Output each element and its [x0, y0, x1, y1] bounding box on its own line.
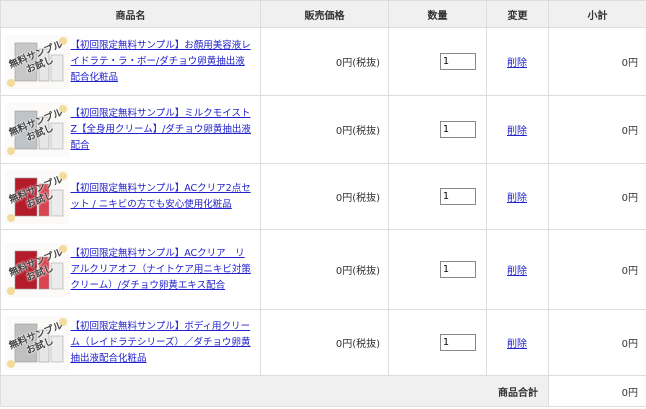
product-name-link[interactable]: 【初回限定無料サンプル】ACクリア リアルクリアオフ（ナイトケア用ニキビ対策クリ…	[71, 246, 255, 294]
cart-item-row: 無料サンプル お試し 【初回限定無料サンプル】ボディ用クリーム（レイドラテシリー…	[0, 309, 646, 376]
product-subtotal: 0円	[548, 309, 646, 376]
total-value: 0円	[548, 375, 646, 407]
cart-total-row: 商品合計 0円	[0, 375, 646, 407]
cart-item-row: 無料サンプル お試し 【初回限定無料サンプル】お顔用美容液レイドラテ・ラ・ボー/…	[0, 27, 646, 96]
quantity-input[interactable]	[440, 53, 476, 70]
quantity-input[interactable]	[440, 261, 476, 278]
cart-item-row: 無料サンプル お試し 【初回限定無料サンプル】ミルクモイストZ【全身用クリーム】…	[0, 95, 646, 164]
change-cell: 削除	[486, 309, 549, 376]
product-price: 0円(税抜)	[260, 95, 389, 164]
product-name-link[interactable]: 【初回限定無料サンプル】ACクリア2点セット / ニキビの方でも安心使用化粧品	[71, 181, 255, 213]
product-price: 0円(税抜)	[260, 163, 389, 230]
delete-link[interactable]: 削除	[507, 339, 527, 350]
product-thumbnail[interactable]: 無料サンプル お試し	[5, 169, 69, 224]
product-thumbnail[interactable]: 無料サンプル お試し	[5, 34, 69, 89]
product-name-cell: 【初回限定無料サンプル】ACクリア2点セット / ニキビの方でも安心使用化粧品	[70, 163, 261, 230]
quantity-cell	[388, 95, 487, 164]
product-name-cell: 【初回限定無料サンプル】お顔用美容液レイドラテ・ラ・ボー/ダチョウ卵黄抽出液配合…	[70, 27, 261, 96]
change-cell: 削除	[486, 27, 549, 96]
quantity-input[interactable]	[440, 334, 476, 351]
change-cell: 削除	[486, 229, 549, 310]
product-name-cell: 【初回限定無料サンプル】ミルクモイストZ【全身用クリーム】/ダチョウ卵黄抽出液配…	[70, 95, 261, 164]
product-thumbnail[interactable]: 無料サンプル お試し	[5, 102, 69, 157]
delete-link[interactable]: 削除	[507, 193, 527, 204]
product-subtotal: 0円	[548, 163, 646, 230]
product-name-link[interactable]: 【初回限定無料サンプル】お顔用美容液レイドラテ・ラ・ボー/ダチョウ卵黄抽出液配合…	[71, 38, 255, 86]
product-name-cell: 【初回限定無料サンプル】ボディ用クリーム（レイドラテシリーズ）／ダチョウ卵黄抽出…	[70, 309, 261, 376]
cart-table: 商品名 販売価格 数量 変更 小計 無料サンプル お試し 【初回限定無料サンプル…	[0, 0, 646, 407]
product-name-link[interactable]: 【初回限定無料サンプル】ミルクモイストZ【全身用クリーム】/ダチョウ卵黄抽出液配…	[71, 106, 255, 154]
product-price: 0円(税抜)	[260, 27, 389, 96]
product-image-cell: 無料サンプル お試し	[0, 163, 71, 230]
product-name-link[interactable]: 【初回限定無料サンプル】ボディ用クリーム（レイドラテシリーズ）／ダチョウ卵黄抽出…	[71, 319, 255, 367]
product-name-cell: 【初回限定無料サンプル】ACクリア リアルクリアオフ（ナイトケア用ニキビ対策クリ…	[70, 229, 261, 310]
quantity-cell	[388, 163, 487, 230]
product-subtotal: 0円	[548, 27, 646, 96]
product-thumbnail[interactable]: 無料サンプル お試し	[5, 242, 69, 297]
header-price: 販売価格	[260, 0, 389, 28]
quantity-cell	[388, 27, 487, 96]
quantity-cell	[388, 309, 487, 376]
product-image-cell: 無料サンプル お試し	[0, 309, 71, 376]
quantity-input[interactable]	[440, 121, 476, 138]
cart-header-row: 商品名 販売価格 数量 変更 小計	[0, 0, 646, 28]
cart-item-row: 無料サンプル お試し 【初回限定無料サンプル】ACクリア2点セット / ニキビの…	[0, 163, 646, 230]
change-cell: 削除	[486, 95, 549, 164]
product-subtotal: 0円	[548, 229, 646, 310]
product-subtotal: 0円	[548, 95, 646, 164]
header-quantity: 数量	[388, 0, 487, 28]
delete-link[interactable]: 削除	[507, 58, 527, 69]
header-product-name: 商品名	[0, 0, 261, 28]
change-cell: 削除	[486, 163, 549, 230]
total-label: 商品合計	[0, 375, 549, 407]
product-image-cell: 無料サンプル お試し	[0, 95, 71, 164]
delete-link[interactable]: 削除	[507, 266, 527, 277]
product-price: 0円(税抜)	[260, 309, 389, 376]
quantity-input[interactable]	[440, 188, 476, 205]
quantity-cell	[388, 229, 487, 310]
delete-link[interactable]: 削除	[507, 126, 527, 137]
product-image-cell: 無料サンプル お試し	[0, 27, 71, 96]
product-thumbnail[interactable]: 無料サンプル お試し	[5, 315, 69, 370]
cart-item-row: 無料サンプル お試し 【初回限定無料サンプル】ACクリア リアルクリアオフ（ナイ…	[0, 229, 646, 310]
header-subtotal: 小計	[548, 0, 646, 28]
product-image-cell: 無料サンプル お試し	[0, 229, 71, 310]
header-change: 変更	[486, 0, 549, 28]
product-price: 0円(税抜)	[260, 229, 389, 310]
